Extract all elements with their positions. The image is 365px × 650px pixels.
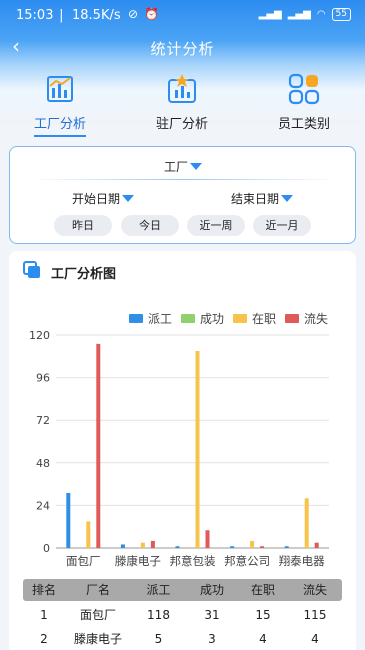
chevron-down-icon <box>190 163 203 170</box>
chevron-down-icon <box>122 195 135 202</box>
y-tick-label: 48 <box>36 457 50 470</box>
page-title: 统计分析 <box>150 40 215 58</box>
tab-label: 工厂分析 <box>33 117 86 132</box>
factory-select[interactable]: 工厂 <box>164 158 203 175</box>
status-separator: | <box>55 8 68 23</box>
tab-label: 驻厂分析 <box>155 117 208 132</box>
table-cell: 15 <box>255 608 271 622</box>
chart-card-title: 工厂分析图 <box>51 267 117 282</box>
table-cell: 5 <box>154 632 163 646</box>
nav-bar: ‹ 统计分析 <box>0 32 365 62</box>
category-grid-icon <box>288 73 320 105</box>
table-cell: 滕康电子 <box>73 632 122 646</box>
table-cell: 2 <box>40 632 48 646</box>
table-header: 排名 厂名 派工 成功 在职 流失 <box>23 579 342 601</box>
bar-流失-邦意包装 <box>205 530 210 548</box>
filter-panel: 工厂 开始日期 结束日期 昨日 今日 近一周 近一月 <box>9 146 356 244</box>
column-header: 成功 <box>199 583 224 597</box>
range-week-button[interactable]: 近一周 <box>187 215 245 236</box>
range-today-button[interactable]: 今日 <box>121 215 179 236</box>
table-cell: 31 <box>204 608 220 622</box>
alarm-icon: ⏰ <box>144 7 159 21</box>
bar-派工-滕康电子 <box>120 544 125 548</box>
bar-派工-邦意公司 <box>230 546 235 548</box>
column-header: 排名 <box>31 583 56 597</box>
chart-card: 工厂分析图 派工 成功 在职 流失 0 24 48 72 96 120 面包厂 滕康电子 邦意包… <box>9 251 356 650</box>
table-row[interactable]: 2 滕康电子 5 3 4 4 <box>23 628 342 650</box>
bar-在职-邦意公司 <box>250 540 255 548</box>
tab-bar: 工厂分析 驻厂分析 员工类别 <box>0 72 365 138</box>
start-date-select[interactable]: 开始日期 <box>72 190 135 207</box>
tab-resident-analysis[interactable]: 驻厂分析 <box>132 72 232 132</box>
table-cell: 3 <box>208 632 216 646</box>
signal-icon: ▂▄▆ <box>258 9 282 20</box>
bar-派工-面包厂 <box>66 492 71 548</box>
tab-factory-analysis[interactable]: 工厂分析 <box>10 72 110 137</box>
battery-icon: 55 <box>331 8 351 21</box>
y-tick-label: 0 <box>43 542 50 555</box>
status-bar: 15:03 | 18.5K/s ⊘ ⏰ ▂▄▆ ▂▄▆ ◠ 55 <box>0 0 365 32</box>
bar-流失-面包厂 <box>96 343 101 548</box>
end-date-label: 结束日期 <box>231 192 280 206</box>
network-speed: 18.5K/s <box>72 8 121 23</box>
range-yesterday-button[interactable]: 昨日 <box>54 215 112 236</box>
status-right: ▂▄▆ ▂▄▆ ◠ 55 <box>259 8 351 21</box>
end-date-select[interactable]: 结束日期 <box>231 190 294 207</box>
column-header: 派工 <box>146 583 171 597</box>
table-cell: 118 <box>147 608 170 622</box>
column-header: 厂名 <box>85 583 110 597</box>
tab-active-indicator <box>34 135 86 137</box>
y-tick-label: 24 <box>36 499 50 512</box>
x-tick-label: 邦意公司 <box>224 554 270 568</box>
x-tick-label: 翔泰电器 <box>279 554 325 568</box>
status-time: 15:03 <box>16 8 54 23</box>
bar-流失-邦意公司 <box>260 546 265 548</box>
bar-在职-邦意包装 <box>195 350 200 548</box>
bar-派工-邦意包装 <box>175 546 180 548</box>
column-header: 流失 <box>302 583 327 597</box>
bar-在职-面包厂 <box>86 521 91 548</box>
chevron-down-icon <box>281 195 294 202</box>
table-cell: 1 <box>40 608 48 622</box>
column-header: 在职 <box>250 583 275 597</box>
y-tick-label: 96 <box>36 372 50 385</box>
resident-chart-icon <box>168 74 196 103</box>
bar-在职-翔泰电器 <box>304 498 309 548</box>
x-tick-label: 滕康电子 <box>115 554 161 568</box>
bar-派工-翔泰电器 <box>284 546 289 548</box>
x-tick-label: 面包厂 <box>66 554 101 568</box>
tab-label: 员工类别 <box>277 117 330 132</box>
table-row[interactable]: 1 面包厂 118 31 15 115 <box>23 604 342 626</box>
tab-employee-category[interactable]: 员工类别 <box>254 72 354 132</box>
factory-chart-icon <box>47 76 73 102</box>
table-cell: 4 <box>311 632 319 646</box>
bar-流失-滕康电子 <box>150 540 155 548</box>
divider <box>30 179 337 180</box>
y-tick-label: 72 <box>36 414 50 427</box>
chart-card-icon <box>23 261 40 278</box>
bar-chart: 0 24 48 72 96 120 面包厂 滕康电子 邦意包装 邦意公司 翔泰电器 <box>29 329 329 568</box>
table-cell: 面包厂 <box>79 608 116 622</box>
bar-流失-翔泰电器 <box>314 542 319 548</box>
start-date-label: 开始日期 <box>72 192 121 206</box>
factory-select-label: 工厂 <box>164 160 189 174</box>
table-cell: 115 <box>303 608 327 622</box>
range-month-button[interactable]: 近一月 <box>253 215 311 236</box>
x-tick-label: 邦意包装 <box>170 554 216 568</box>
mute-icon: ⊘ <box>128 7 139 21</box>
bar-在职-滕康电子 <box>140 542 145 548</box>
wifi-icon: ◠ <box>316 9 326 20</box>
table-cell: 4 <box>259 632 267 646</box>
y-tick-label: 120 <box>29 329 50 342</box>
signal-icon-2: ▂▄▆ <box>287 9 311 20</box>
